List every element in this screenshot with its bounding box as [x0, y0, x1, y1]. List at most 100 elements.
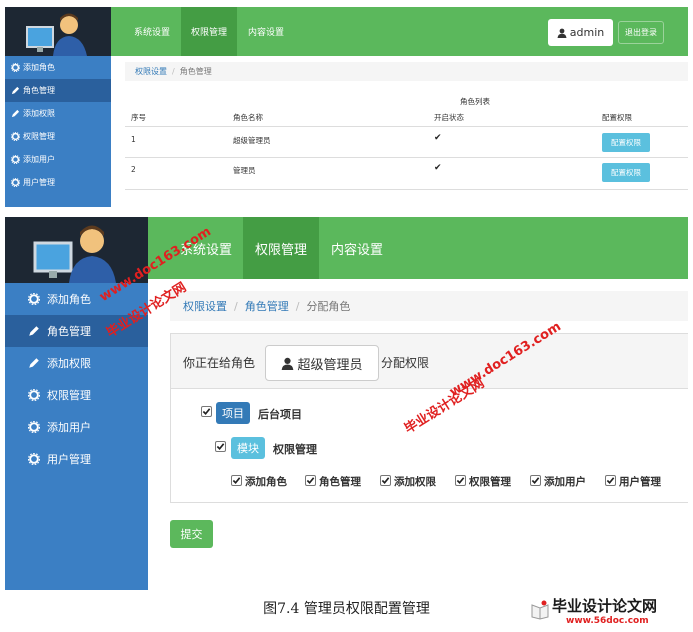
- table-divider: [125, 157, 688, 158]
- column-header-config: 配置权限: [602, 113, 632, 122]
- row-name: 管理员: [233, 166, 256, 175]
- sidebar-item-label: 用户管理: [23, 178, 55, 187]
- gear-icon: [28, 389, 40, 401]
- nav-permission-manage[interactable]: 权限管理: [181, 7, 237, 56]
- configure-permission-button[interactable]: 配置权限: [602, 163, 650, 182]
- configure-permission-button[interactable]: 配置权限: [602, 133, 650, 152]
- gear-icon: [11, 155, 20, 164]
- logo-site: www.56doc.com: [566, 616, 649, 626]
- assign-permission-screenshot: 添加角色 角色管理 添加权限 权限管理 添加用户 用户管理 系统设置 权限管理 …: [5, 217, 688, 590]
- logout-button[interactable]: 退出登录: [618, 21, 664, 44]
- role-list-screenshot: 添加角色 角色管理 添加权限 权限管理 添加用户 用户管理 系统设置 权限管理 …: [5, 7, 688, 207]
- avatar: [5, 7, 111, 56]
- user-menu-button[interactable]: admin: [548, 19, 613, 46]
- sidebar: 添加角色 角色管理 添加权限 权限管理 添加用户 用户管理: [5, 7, 111, 207]
- permission-checkbox-permission-manage[interactable]: [455, 475, 466, 486]
- gear-icon: [11, 63, 20, 72]
- panel-lead-text: 你正在给角色: [183, 356, 256, 370]
- sidebar-item-label: 用户管理: [47, 453, 91, 466]
- breadcrumb: 权限设置 / 角色管理: [125, 62, 688, 81]
- role-badge: 超级管理员: [265, 345, 379, 381]
- gear-icon: [28, 421, 40, 433]
- permission-label: 添加角色: [245, 476, 287, 488]
- nav-permission-manage[interactable]: 权限管理: [243, 217, 319, 279]
- table-divider: [125, 126, 688, 127]
- role-name: 超级管理员: [297, 357, 363, 373]
- sidebar-item-add-permission[interactable]: 添加权限: [5, 102, 111, 125]
- sidebar-item-permission-manage[interactable]: 权限管理: [5, 125, 111, 148]
- nav-system-settings[interactable]: 系统设置: [127, 7, 177, 56]
- user-icon: [557, 28, 567, 38]
- column-header-name: 角色名称: [233, 113, 263, 122]
- sidebar-item-label: 角色管理: [47, 325, 91, 338]
- book-icon: [531, 600, 549, 620]
- pencil-icon: [29, 326, 39, 336]
- project-name: 后台项目: [258, 408, 302, 421]
- breadcrumb-current: 分配角色: [306, 300, 351, 313]
- sidebar-item-label: 添加角色: [47, 293, 91, 306]
- sidebar-item-add-permission[interactable]: 添加权限: [5, 347, 148, 379]
- permission-label: 用户管理: [619, 476, 661, 488]
- table-caption: 角色列表: [460, 97, 490, 106]
- permission-label: 添加权限: [394, 476, 436, 488]
- panel-tail-text: 分配权限: [381, 356, 430, 370]
- check-icon: [531, 477, 540, 484]
- breadcrumb-separator: /: [234, 299, 238, 313]
- column-header-id: 序号: [131, 113, 146, 122]
- top-navbar: 系统设置 权限管理 内容设置: [148, 217, 688, 279]
- sidebar-item-label: 添加用户: [23, 155, 55, 164]
- logo-name: 毕业设计论文网: [552, 597, 658, 615]
- gear-icon: [11, 178, 20, 187]
- check-icon: [202, 408, 211, 415]
- sidebar-item-add-role[interactable]: 添加角色: [5, 56, 111, 79]
- check-icon: [216, 443, 225, 450]
- nav-content-settings[interactable]: 内容设置: [241, 7, 291, 56]
- permission-checkbox-add-role[interactable]: [231, 475, 242, 486]
- sidebar-item-role-manage[interactable]: 角色管理: [5, 79, 111, 102]
- row-id: 1: [131, 135, 136, 144]
- breadcrumb-current: 角色管理: [179, 67, 212, 76]
- row-id: 2: [131, 165, 136, 174]
- permission-label: 权限管理: [469, 476, 511, 488]
- logout-label: 退出登录: [625, 28, 657, 37]
- submit-button[interactable]: 提交: [170, 520, 213, 548]
- permission-label: 添加用户: [544, 476, 586, 488]
- nav-label: 权限管理: [190, 28, 227, 38]
- gear-icon: [28, 293, 40, 305]
- table-divider: [125, 189, 688, 190]
- breadcrumb-link-permission-settings[interactable]: 权限设置: [183, 298, 227, 314]
- sidebar-item-user-manage[interactable]: 用户管理: [5, 443, 148, 475]
- check-icon: [306, 477, 315, 484]
- breadcrumb-link-permission-settings[interactable]: 权限设置: [135, 66, 167, 77]
- nav-label: 内容设置: [330, 242, 383, 258]
- module-tag: 模块: [231, 437, 265, 459]
- check-icon: [606, 477, 615, 484]
- sidebar-item-permission-manage[interactable]: 权限管理: [5, 379, 148, 411]
- gear-icon: [28, 453, 40, 465]
- sidebar-item-user-manage[interactable]: 用户管理: [5, 171, 111, 194]
- row-name: 超级管理员: [233, 136, 271, 145]
- permission-checkbox-add-permission[interactable]: [380, 475, 391, 486]
- permission-checkbox-user-manage[interactable]: [605, 475, 616, 486]
- sidebar-item-label: 权限管理: [47, 389, 91, 402]
- nav-label: 内容设置: [247, 28, 284, 38]
- nav-label: 权限管理: [254, 242, 307, 258]
- panel-heading: 你正在给角色 超级管理员 分配权限: [171, 334, 688, 389]
- project-tag: 项目: [216, 402, 250, 424]
- breadcrumb: 权限设置 / 角色管理 / 分配角色: [170, 291, 688, 321]
- sidebar-item-add-user[interactable]: 添加用户: [5, 148, 111, 171]
- permission-label: 角色管理: [319, 476, 361, 488]
- sidebar-item-label: 添加角色: [23, 63, 55, 72]
- sidebar-item-label: 角色管理: [23, 86, 55, 95]
- user-icon: [282, 357, 294, 370]
- breadcrumb-link-role-manage[interactable]: 角色管理: [245, 298, 289, 314]
- permission-checkbox-role-manage[interactable]: [305, 475, 316, 486]
- permission-checkbox-add-user[interactable]: [530, 475, 541, 486]
- column-header-status: 开启状态: [434, 113, 464, 122]
- status-check-icon: ✔: [434, 133, 442, 143]
- breadcrumb-separator: /: [172, 67, 175, 76]
- nav-content-settings[interactable]: 内容设置: [323, 217, 391, 279]
- project-checkbox[interactable]: [201, 406, 212, 417]
- sidebar-item-add-user[interactable]: 添加用户: [5, 411, 148, 443]
- module-checkbox[interactable]: [215, 441, 226, 452]
